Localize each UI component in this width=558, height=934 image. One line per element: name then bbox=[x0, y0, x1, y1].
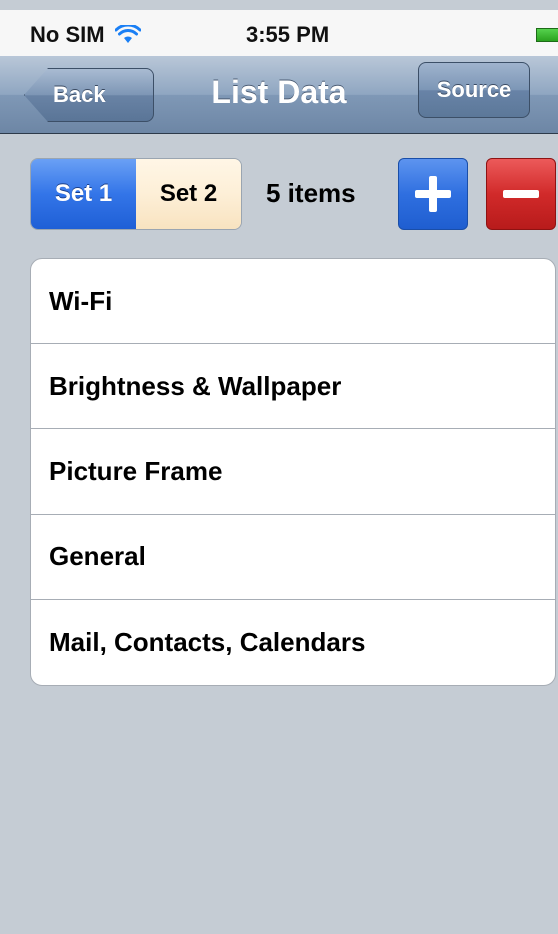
status-bar: No SIM 3:55 PM bbox=[0, 10, 558, 56]
carrier-label: No SIM bbox=[30, 22, 105, 47]
list-item-wifi[interactable]: Wi-Fi bbox=[31, 259, 555, 345]
settings-list: Wi-Fi Brightness & Wallpaper Picture Fra… bbox=[30, 258, 556, 686]
list-item-general[interactable]: General bbox=[31, 515, 555, 600]
carrier-indicator: No SIM bbox=[30, 22, 141, 48]
segment-set-2[interactable]: Set 2 bbox=[136, 159, 241, 229]
set-segmented-control: Set 1 Set 2 bbox=[30, 158, 242, 230]
source-button[interactable]: Source bbox=[418, 62, 530, 118]
minus-icon bbox=[503, 176, 539, 212]
list-item-picture-frame[interactable]: Picture Frame bbox=[31, 429, 555, 515]
remove-item-button[interactable] bbox=[486, 158, 556, 230]
list-item-brightness-wallpaper[interactable]: Brightness & Wallpaper bbox=[31, 344, 555, 430]
status-time: 3:55 PM bbox=[246, 22, 330, 47]
add-item-button[interactable] bbox=[398, 158, 468, 230]
plus-icon bbox=[415, 176, 451, 212]
item-count-label: 5 items bbox=[266, 178, 356, 208]
navigation-bar: Back List Data Source bbox=[0, 56, 558, 134]
battery-icon bbox=[536, 28, 558, 42]
wifi-icon bbox=[114, 25, 141, 43]
segment-set-1[interactable]: Set 1 bbox=[31, 159, 136, 229]
list-item-mail-contacts-calendars[interactable]: Mail, Contacts, Calendars bbox=[31, 600, 555, 685]
